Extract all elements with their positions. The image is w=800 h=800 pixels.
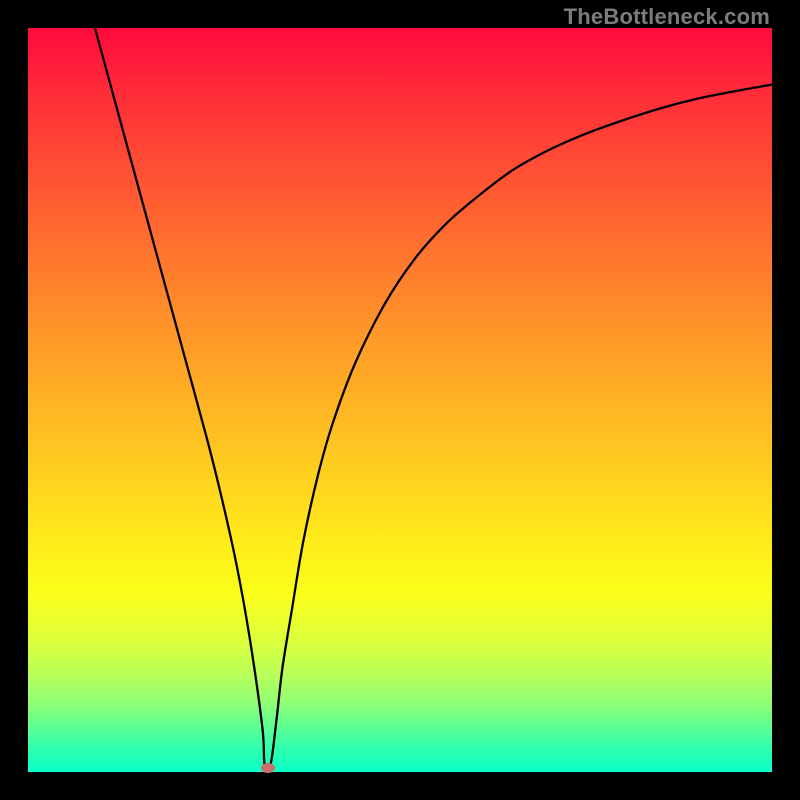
curve-path (95, 28, 772, 770)
watermark-text: TheBottleneck.com (564, 4, 770, 30)
chart-frame: TheBottleneck.com (0, 0, 800, 800)
plot-area (28, 28, 772, 772)
bottleneck-curve (28, 28, 772, 772)
optimal-point-marker (261, 763, 275, 773)
